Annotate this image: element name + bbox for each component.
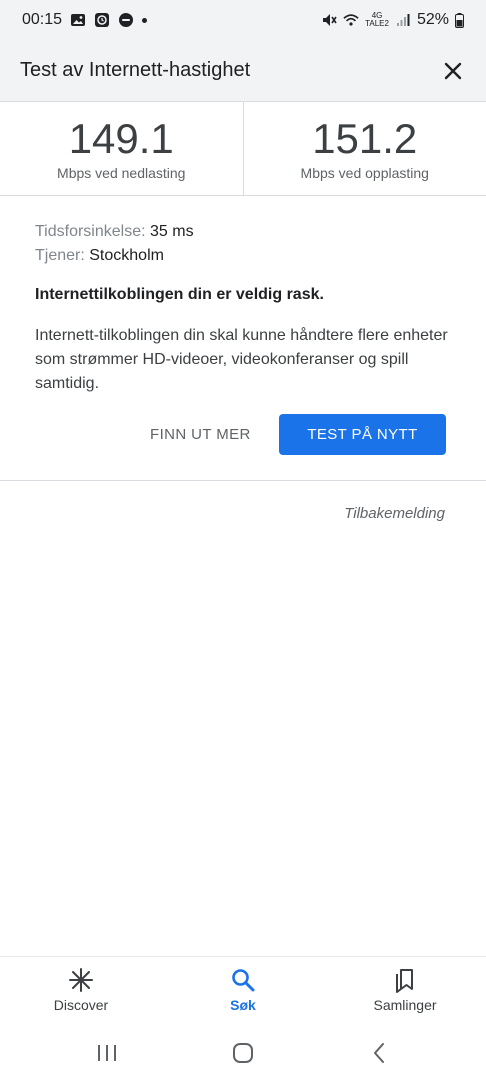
status-bar: 00:15 4G TALE2 52% (0, 0, 486, 40)
divider (0, 480, 486, 481)
recent-apps-icon (98, 1045, 116, 1061)
latency-label: Tidsforsinkelse: (35, 223, 146, 240)
signal-icon (395, 13, 411, 27)
mute-icon (321, 13, 337, 27)
collections-icon (396, 969, 413, 993)
notification-app-icon (118, 13, 134, 27)
status-time: 00:15 (22, 11, 63, 28)
feedback-link[interactable]: Tilbakemelding (344, 505, 445, 522)
speed-results: 149.1 Mbps ved nedlasting 151.2 Mbps ved… (0, 102, 486, 196)
retest-button[interactable]: TEST PÅ NYTT (279, 414, 446, 455)
upload-speed: 151.2 Mbps ved opplasting (242, 102, 486, 195)
result-description: Internett-tilkoblingen din skal kunne hå… (35, 327, 448, 392)
home-button[interactable] (228, 1040, 258, 1066)
nav-search-label: Søk (230, 997, 256, 1013)
search-icon (232, 969, 255, 992)
upload-label: Mbps ved opplasting (300, 164, 429, 181)
result-headline: Internettilkoblingen din er veldig rask. (35, 286, 324, 303)
status-right: 4G TALE2 52% (321, 11, 464, 29)
server-label: Tjener: (35, 247, 85, 264)
action-bar: FINN UT MER TEST PÅ NYTT (0, 414, 486, 456)
download-label: Mbps ved nedlasting (57, 164, 186, 181)
image-icon (70, 13, 86, 27)
download-value: 149.1 (68, 114, 174, 162)
network-type: 4G TALE2 (365, 12, 389, 28)
network-carrier: TALE2 (365, 19, 389, 28)
asterisk-icon (69, 968, 93, 992)
latency-row: Tidsforsinkelse: 35 ms (35, 220, 455, 244)
back-icon (374, 1043, 384, 1063)
upload-value: 151.2 (312, 114, 418, 162)
back-button[interactable] (364, 1040, 394, 1066)
nav-collections[interactable]: Samlinger (324, 957, 486, 1028)
result-details: Tidsforsinkelse: 35 ms Tjener: Stockholm… (35, 220, 455, 396)
latency-value: 35 ms (150, 223, 194, 240)
server-row: Tjener: Stockholm (35, 244, 455, 268)
nav-search[interactable]: Søk (162, 957, 324, 1028)
bottom-navigation: Discover Søk Samlinger (0, 956, 486, 1028)
nav-discover[interactable]: Discover (0, 957, 162, 1028)
home-icon (233, 1043, 253, 1063)
clock-app-icon (94, 13, 110, 27)
page-title: Test av Internett-hastighet (20, 59, 251, 81)
dot-icon (142, 17, 148, 23)
close-button[interactable] (438, 56, 468, 86)
nav-discover-label: Discover (53, 997, 109, 1013)
download-speed: 149.1 Mbps ved nedlasting (0, 102, 243, 195)
server-value: Stockholm (89, 247, 164, 264)
recent-apps-button[interactable] (92, 1040, 122, 1066)
nav-collections-label: Samlinger (373, 997, 437, 1013)
dialog-header: Test av Internett-hastighet (0, 40, 486, 102)
status-left: 00:15 (22, 11, 148, 29)
battery-percent: 52% (416, 11, 449, 28)
system-navigation (0, 1028, 486, 1080)
battery-icon (455, 12, 464, 28)
wifi-icon (343, 13, 359, 27)
learn-more-button[interactable]: FINN UT MER (150, 414, 251, 456)
close-icon (444, 62, 462, 80)
